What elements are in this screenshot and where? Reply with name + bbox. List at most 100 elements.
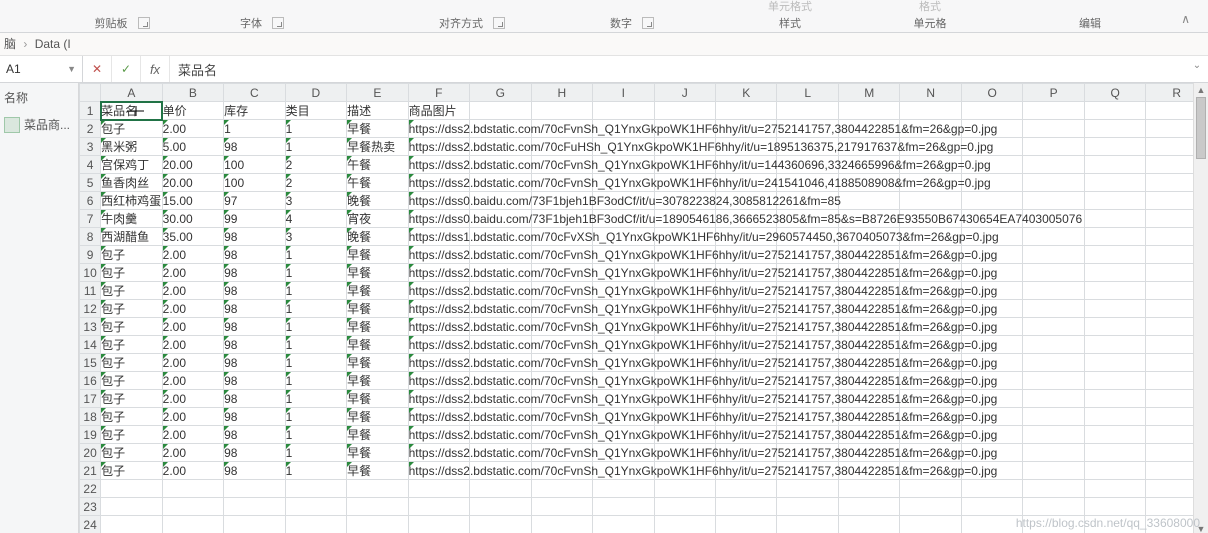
cell-Q8[interactable]	[1084, 228, 1145, 246]
cell-F18[interactable]: https://dss2.bdstatic.com/70cFvnSh_Q1Ynx…	[408, 408, 469, 426]
cell-D20[interactable]: 1	[285, 444, 346, 462]
dialog-launcher-icon[interactable]	[642, 17, 654, 29]
cell-D18[interactable]: 1	[285, 408, 346, 426]
cell-H22[interactable]	[531, 480, 592, 498]
cell-O23[interactable]	[961, 498, 1022, 516]
cell-B22[interactable]	[162, 480, 223, 498]
cell-C8[interactable]: 98	[224, 228, 285, 246]
collapse-ribbon-icon[interactable]: ∧	[1181, 12, 1190, 26]
column-header-L[interactable]: L	[777, 84, 838, 102]
cell-E3[interactable]: 早餐热卖	[347, 138, 408, 156]
dialog-launcher-icon[interactable]	[138, 17, 150, 29]
cell-F21[interactable]: https://dss2.bdstatic.com/70cFvnSh_Q1Ynx…	[408, 462, 469, 480]
column-header-P[interactable]: P	[1023, 84, 1084, 102]
cell-Q24[interactable]	[1084, 516, 1145, 533]
cell-P17[interactable]	[1023, 390, 1084, 408]
cell-P15[interactable]	[1023, 354, 1084, 372]
ribbon-group-align[interactable]: 对齐方式	[420, 14, 520, 32]
cell-F11[interactable]: https://dss2.bdstatic.com/70cFvnSh_Q1Ynx…	[408, 282, 469, 300]
cell-F20[interactable]: https://dss2.bdstatic.com/70cFvnSh_Q1Ynx…	[408, 444, 469, 462]
cell-P23[interactable]	[1023, 498, 1084, 516]
row-header[interactable]: 23	[80, 498, 101, 516]
cell-O24[interactable]	[961, 516, 1022, 533]
cell-D15[interactable]: 1	[285, 354, 346, 372]
ribbon-group-editing[interactable]: 编辑	[1050, 14, 1130, 32]
cell-P16[interactable]	[1023, 372, 1084, 390]
cell-C10[interactable]: 98	[224, 264, 285, 282]
cell-K24[interactable]	[716, 516, 777, 533]
cell-O1[interactable]	[961, 102, 1022, 120]
cell-P11[interactable]	[1023, 282, 1084, 300]
cell-P13[interactable]	[1023, 318, 1084, 336]
cell-B1[interactable]: 单价	[162, 102, 223, 120]
cell-A1[interactable]: 菜品名	[101, 102, 162, 120]
row-header[interactable]: 18	[80, 408, 101, 426]
row-header[interactable]: 24	[80, 516, 101, 533]
cell-E5[interactable]: 午餐	[347, 174, 408, 192]
cell-Q19[interactable]	[1084, 426, 1145, 444]
cell-F19[interactable]: https://dss2.bdstatic.com/70cFvnSh_Q1Ynx…	[408, 426, 469, 444]
cell-Q4[interactable]	[1084, 156, 1145, 174]
cell-Q16[interactable]	[1084, 372, 1145, 390]
cell-D5[interactable]: 2	[285, 174, 346, 192]
cell-E8[interactable]: 晚餐	[347, 228, 408, 246]
cell-P6[interactable]	[1023, 192, 1084, 210]
column-header-F[interactable]: F	[408, 84, 469, 102]
cell-A15[interactable]: 包子	[101, 354, 162, 372]
cell-C24[interactable]	[224, 516, 285, 533]
cell-E23[interactable]	[347, 498, 408, 516]
cell-P4[interactable]	[1023, 156, 1084, 174]
cell-J1[interactable]	[654, 102, 715, 120]
cell-B23[interactable]	[162, 498, 223, 516]
cell-Q22[interactable]	[1084, 480, 1145, 498]
cell-A7[interactable]: 牛肉羹	[101, 210, 162, 228]
cell-B11[interactable]: 2.00	[162, 282, 223, 300]
dialog-launcher-icon[interactable]	[272, 17, 284, 29]
cell-D21[interactable]: 1	[285, 462, 346, 480]
cell-L22[interactable]	[777, 480, 838, 498]
cell-Q10[interactable]	[1084, 264, 1145, 282]
cell-D16[interactable]: 1	[285, 372, 346, 390]
cell-Q14[interactable]	[1084, 336, 1145, 354]
cell-C4[interactable]: 100	[224, 156, 285, 174]
cell-B19[interactable]: 2.00	[162, 426, 223, 444]
column-header-M[interactable]: M	[838, 84, 899, 102]
cell-D1[interactable]: 类目	[285, 102, 346, 120]
cell-P10[interactable]	[1023, 264, 1084, 282]
column-header-C[interactable]: C	[224, 84, 285, 102]
cell-I23[interactable]	[593, 498, 654, 516]
cell-J23[interactable]	[654, 498, 715, 516]
row-header[interactable]: 3	[80, 138, 101, 156]
row-header[interactable]: 22	[80, 480, 101, 498]
cell-B16[interactable]: 2.00	[162, 372, 223, 390]
column-header-Q[interactable]: Q	[1084, 84, 1145, 102]
cell-E24[interactable]	[347, 516, 408, 533]
cell-P19[interactable]	[1023, 426, 1084, 444]
cell-B13[interactable]: 2.00	[162, 318, 223, 336]
cell-K22[interactable]	[716, 480, 777, 498]
ribbon-group-number[interactable]: 数字	[590, 14, 670, 32]
cell-B20[interactable]: 2.00	[162, 444, 223, 462]
cell-A2[interactable]: 包子	[101, 120, 162, 138]
cell-G24[interactable]	[470, 516, 531, 533]
cell-J22[interactable]	[654, 480, 715, 498]
cell-K1[interactable]	[716, 102, 777, 120]
row-header[interactable]: 12	[80, 300, 101, 318]
cell-E17[interactable]: 早餐	[347, 390, 408, 408]
cell-P20[interactable]	[1023, 444, 1084, 462]
row-header[interactable]: 21	[80, 462, 101, 480]
cell-A20[interactable]: 包子	[101, 444, 162, 462]
cell-C11[interactable]: 98	[224, 282, 285, 300]
cell-O22[interactable]	[961, 480, 1022, 498]
row-header[interactable]: 14	[80, 336, 101, 354]
cell-Q15[interactable]	[1084, 354, 1145, 372]
cell-Q21[interactable]	[1084, 462, 1145, 480]
cell-E14[interactable]: 早餐	[347, 336, 408, 354]
cell-B7[interactable]: 30.00	[162, 210, 223, 228]
cell-A6[interactable]: 西红柿鸡蛋	[101, 192, 162, 210]
column-header-H[interactable]: H	[531, 84, 592, 102]
cell-A11[interactable]: 包子	[101, 282, 162, 300]
row-header[interactable]: 13	[80, 318, 101, 336]
cell-D8[interactable]: 3	[285, 228, 346, 246]
cell-E15[interactable]: 早餐	[347, 354, 408, 372]
